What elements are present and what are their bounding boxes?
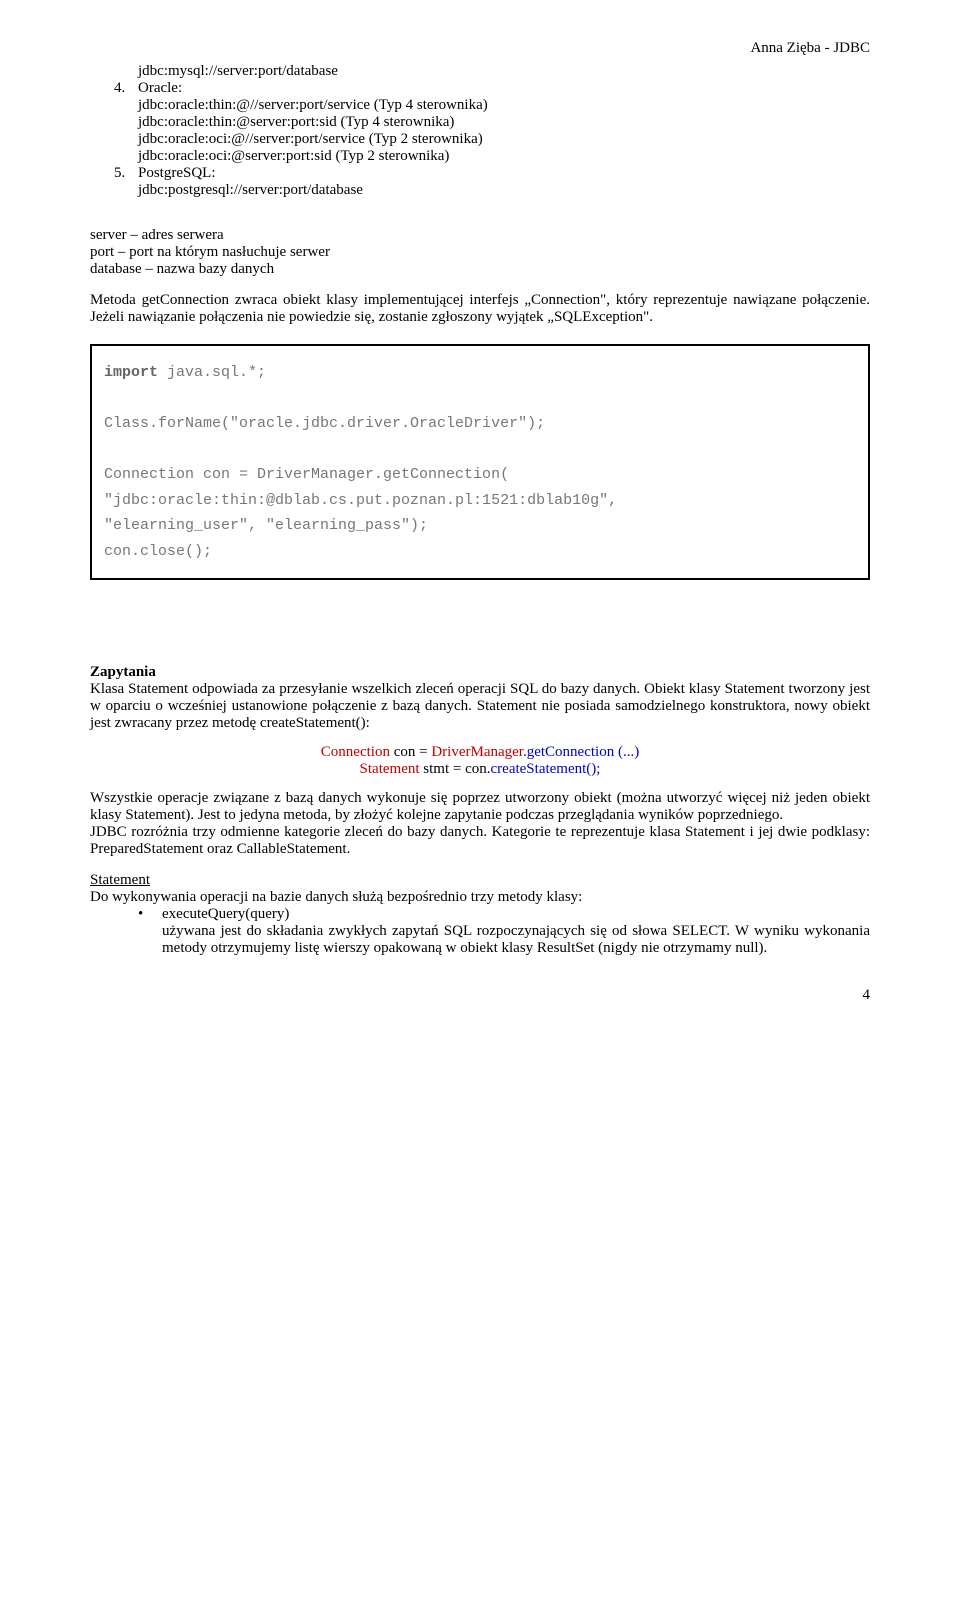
postgresql-label: PostgreSQL:: [138, 165, 870, 182]
code-method: .getConnection (...): [523, 744, 639, 760]
bullet-description: używana jest do składania zwykłych zapyt…: [162, 923, 870, 957]
code-method: createStatement();: [491, 761, 601, 777]
code-type-statement: Statement: [360, 761, 420, 777]
statement-heading: Statement: [90, 872, 870, 889]
page-header-author: Anna Zięba - JDBC: [90, 40, 870, 57]
code-center-line-2: Statement stmt = con.createStatement();: [90, 761, 870, 778]
code-text: stmt = con.: [420, 761, 491, 777]
definition-port: port – port na którym nasłuchuje serwer: [90, 244, 870, 261]
bullet-icon: •: [138, 906, 162, 957]
oracle-url-2: jdbc:oracle:thin:@server:port:sid (Typ 4…: [138, 114, 870, 131]
code-type-drivermanager: DriverManager: [431, 744, 523, 760]
list-item-4: 4. Oracle: jdbc:oracle:thin:@//server:po…: [90, 80, 870, 165]
statement-intro: Do wykonywania operacji na bazie danych …: [90, 889, 870, 906]
postgresql-url: jdbc:postgresql://server:port/database: [138, 182, 870, 199]
code-line: Connection con = DriverManager.getConnec…: [104, 466, 509, 483]
code-keyword-import: import: [104, 364, 158, 381]
list-number: 4.: [90, 80, 138, 165]
paragraph-getconnection: Metoda getConnection zwraca obiekt klasy…: [90, 292, 870, 326]
oracle-label: Oracle:: [138, 80, 870, 97]
list-item-5: 5. PostgreSQL: jdbc:postgresql://server:…: [90, 165, 870, 199]
bullet-content: executeQuery(query) używana jest do skła…: [162, 906, 870, 957]
definition-server: server – adres serwera: [90, 227, 870, 244]
list-body: Oracle: jdbc:oracle:thin:@//server:port/…: [138, 80, 870, 165]
code-line: "jdbc:oracle:thin:@dblab.cs.put.poznan.p…: [104, 492, 617, 509]
bullet-item: • executeQuery(query) używana jest do sk…: [90, 906, 870, 957]
oracle-url-1: jdbc:oracle:thin:@//server:port/service …: [138, 97, 870, 114]
list-body: PostgreSQL: jdbc:postgresql://server:por…: [138, 165, 870, 199]
code-center-block: Connection con = DriverManager.getConnec…: [90, 744, 870, 778]
code-text: con =: [390, 744, 431, 760]
code-line: Class.forName("oracle.jdbc.driver.Oracle…: [104, 415, 545, 432]
code-type-connection: Connection: [321, 744, 390, 760]
statement-underline: Statement: [90, 872, 150, 888]
page-number: 4: [90, 987, 870, 1004]
bullet-title-executequery: executeQuery(query): [162, 906, 870, 923]
oracle-url-4: jdbc:oracle:oci:@server:port:sid (Typ 2 …: [138, 148, 870, 165]
code-center-line-1: Connection con = DriverManager.getConnec…: [90, 744, 870, 761]
oracle-url-3: jdbc:oracle:oci:@//server:port/service (…: [138, 131, 870, 148]
code-block: import java.sql.*; Class.forName("oracle…: [90, 344, 870, 580]
code-line: "elearning_user", "elearning_pass");: [104, 517, 428, 534]
paragraph-zapytania: Klasa Statement odpowiada za przesyłanie…: [90, 681, 870, 732]
code-line: con.close();: [104, 543, 212, 560]
list-number: 5.: [90, 165, 138, 199]
paragraph-operations: Wszystkie operacje związane z bazą danyc…: [90, 790, 870, 824]
url-mysql: jdbc:mysql://server:port/database: [90, 63, 870, 80]
code-text: java.sql.*;: [158, 364, 266, 381]
paragraph-categories: JDBC rozróżnia trzy odmienne kategorie z…: [90, 824, 870, 858]
document-page: Anna Zięba - JDBC jdbc:mysql://server:po…: [0, 0, 960, 1034]
section-title-zapytania: Zapytania: [90, 664, 870, 681]
definition-database: database – nazwa bazy danych: [90, 261, 870, 278]
